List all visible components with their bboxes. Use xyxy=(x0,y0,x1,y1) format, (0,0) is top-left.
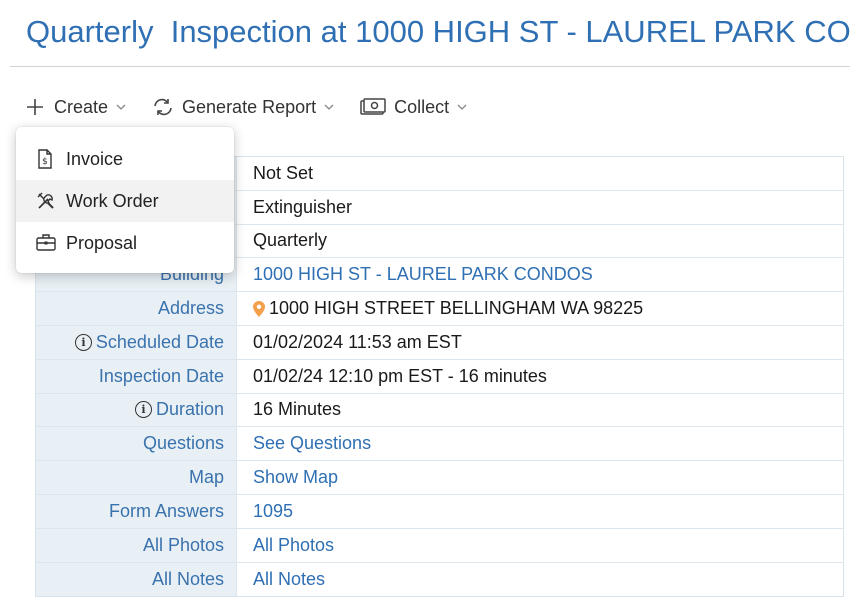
address-value: 1000 HIGH STREET BELLINGHAM WA 98225 xyxy=(236,292,843,325)
generate-report-button[interactable]: Generate Report xyxy=(152,96,334,118)
collect-button[interactable]: Collect xyxy=(360,96,467,118)
menu-item-label: Work Order xyxy=(66,190,159,211)
detail-row-all-photos: All Photos All Photos xyxy=(36,528,843,563)
create-label: Create xyxy=(54,96,109,117)
inspection-date-value: 01/02/24 12:10 pm EST - 16 minutes xyxy=(236,359,843,393)
detail-row-scheduled-date: i Scheduled Date 01/02/2024 11:53 am EST xyxy=(36,325,843,360)
detail-row-duration: i Duration 16 Minutes xyxy=(36,393,843,428)
address-text: 1000 HIGH STREET BELLINGHAM WA 98225 xyxy=(269,298,644,319)
detail-value: Extinguisher xyxy=(236,190,843,224)
info-icon[interactable]: i xyxy=(134,401,152,419)
briefcase-icon xyxy=(36,233,56,253)
detail-row-questions: Questions See Questions xyxy=(36,427,843,462)
detail-row-inspection-date: Inspection Date 01/02/24 12:10 pm EST - … xyxy=(36,359,843,394)
svg-text:$: $ xyxy=(42,157,48,167)
generate-report-label: Generate Report xyxy=(182,96,317,117)
questions-label: Questions xyxy=(36,427,236,461)
duration-label-text: Duration xyxy=(155,399,224,420)
duration-label: i Duration xyxy=(36,393,236,427)
menu-item-label: Proposal xyxy=(66,232,138,253)
menu-item-label: Invoice xyxy=(66,148,124,169)
building-link[interactable]: 1000 HIGH ST - LAUREL PARK CONDOS xyxy=(236,258,843,292)
collect-label: Collect xyxy=(394,96,450,117)
info-icon[interactable]: i xyxy=(74,333,92,351)
all-photos-link[interactable]: All Photos xyxy=(236,528,843,562)
see-questions-link[interactable]: See Questions xyxy=(236,427,843,461)
tools-icon xyxy=(36,191,56,211)
scheduled-date-value: 01/02/2024 11:53 am EST xyxy=(236,325,843,359)
menu-item-work-order[interactable]: Work Order xyxy=(16,180,234,222)
detail-row-address: Address 1000 HIGH STREET BELLINGHAM WA 9… xyxy=(36,292,843,326)
title-divider xyxy=(10,66,850,67)
all-notes-label: All Notes xyxy=(36,562,236,597)
all-photos-label: All Photos xyxy=(36,528,236,562)
address-label: Address xyxy=(36,292,236,325)
detail-row-map: Map Show Map xyxy=(36,461,843,495)
map-label: Map xyxy=(36,461,236,494)
create-dropdown-menu: $ Invoice Work Order Proposal xyxy=(16,127,234,273)
form-answers-label: Form Answers xyxy=(36,494,236,528)
create-button[interactable]: Create xyxy=(24,96,126,118)
refresh-icon xyxy=(152,96,174,118)
duration-value: 16 Minutes xyxy=(236,393,843,427)
all-notes-link[interactable]: All Notes xyxy=(236,562,843,597)
scheduled-date-label-text: Scheduled Date xyxy=(95,331,224,352)
invoice-dollar-icon: $ xyxy=(36,149,56,169)
map-pin-icon xyxy=(253,300,265,317)
scheduled-date-label: i Scheduled Date xyxy=(36,325,236,359)
detail-value: Quarterly xyxy=(236,224,843,258)
menu-item-proposal[interactable]: Proposal xyxy=(16,222,234,264)
detail-value: Not Set xyxy=(236,157,843,190)
detail-row-all-notes: All Notes All Notes xyxy=(36,562,843,597)
action-toolbar: Create Generate Report Collect xyxy=(24,90,493,124)
detail-row-form-answers: Form Answers 1095 xyxy=(36,494,843,529)
inspection-date-label: Inspection Date xyxy=(36,359,236,393)
show-map-link[interactable]: Show Map xyxy=(236,461,843,494)
plus-icon xyxy=(24,96,46,118)
chevron-down-icon xyxy=(324,102,334,112)
chevron-down-icon xyxy=(116,102,126,112)
chevron-down-icon xyxy=(457,102,467,112)
form-answers-link[interactable]: 1095 xyxy=(236,494,843,528)
menu-item-invoice[interactable]: $ Invoice xyxy=(16,138,234,180)
page-title: Quarterly Inspection at 1000 HIGH ST - L… xyxy=(26,14,850,49)
money-icon xyxy=(360,96,386,118)
